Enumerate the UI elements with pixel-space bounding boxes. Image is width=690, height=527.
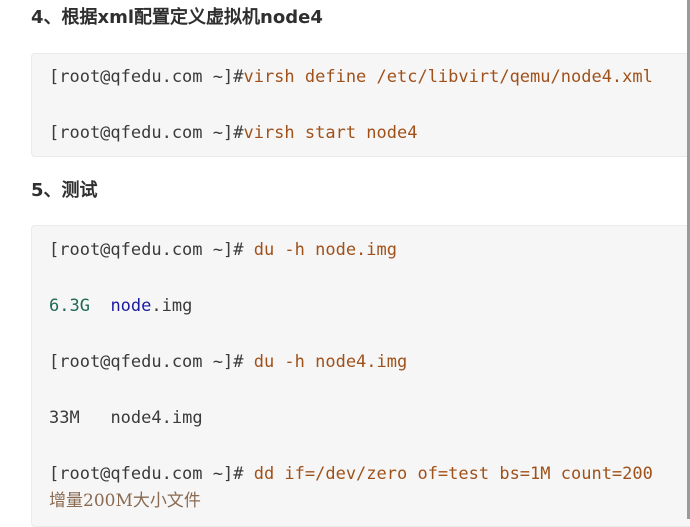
output-filename: node <box>110 296 152 316</box>
code-line-dd: [root@qfedu.com ~]# dd if=/dev/zero of=t… <box>49 463 653 485</box>
command-text: du -h node4.img <box>243 352 408 372</box>
shell-prompt: [root@qfedu.com ~]# <box>49 464 244 484</box>
output-gap <box>90 296 110 316</box>
output-size: 33M <box>49 408 80 428</box>
code-line-du-node4: [root@qfedu.com ~]# du -h node4.img <box>49 351 407 373</box>
section-5-heading: 5、测试 <box>31 180 98 201</box>
shell-prompt: [root@qfedu.com ~]# <box>49 67 244 87</box>
shell-prompt: [root@qfedu.com ~]# <box>49 240 244 260</box>
shell-prompt: [root@qfedu.com ~]# <box>49 352 244 372</box>
code-block-define: [root@qfedu.com ~]#virsh define /etc/lib… <box>31 53 690 157</box>
shell-prompt: [root@qfedu.com ~]# <box>49 123 244 143</box>
code-comment: 增量200M大小文件 <box>49 491 201 511</box>
command-text: virsh define /etc/libvirt/qemu/node4.xml <box>243 67 653 87</box>
code-line-virsh-start: [root@qfedu.com ~]#virsh start node4 <box>49 122 417 144</box>
command-text: virsh start node4 <box>243 123 418 143</box>
code-line-virsh-define: [root@qfedu.com ~]#virsh define /etc/lib… <box>49 66 653 88</box>
command-text: dd if=/dev/zero of=test bs=1M count=200 <box>243 464 653 484</box>
command-text: du -h node.img <box>243 240 397 260</box>
code-line-output-node4-size: 33M node4.img <box>49 407 203 429</box>
output-size: 6.3G <box>49 296 90 316</box>
output-filename-ext: .img <box>151 296 193 316</box>
code-line-output-node-size: 6.3G node.img <box>49 295 192 317</box>
section-4-heading: 4、根据xml配置定义虚拟机node4 <box>31 7 323 28</box>
output-filename: node4.img <box>110 408 203 428</box>
output-gap <box>80 408 111 428</box>
code-line-du-node: [root@qfedu.com ~]# du -h node.img <box>49 239 397 261</box>
code-block-test: [root@qfedu.com ~]# du -h node.img 6.3G … <box>31 225 690 527</box>
